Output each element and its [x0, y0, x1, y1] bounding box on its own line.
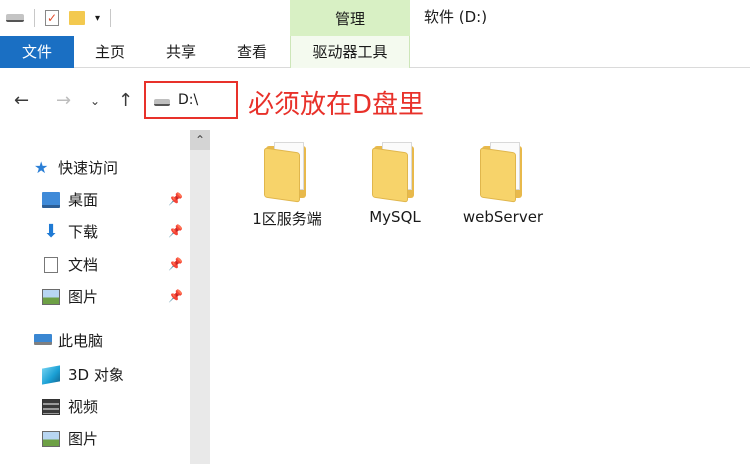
folder-name: MySQL — [369, 208, 421, 226]
back-arrow-icon[interactable]: ← — [14, 90, 29, 111]
folder-icon — [372, 142, 418, 203]
folder-icon — [264, 142, 310, 203]
quick-access-toolbar: ✓ ▾ — [6, 8, 112, 28]
up-arrow-icon[interactable]: ↑ — [118, 90, 133, 111]
sidebar-item-videos[interactable]: 视频 — [42, 395, 192, 419]
navigation-bar: ← → ⌄ ↑ D:\ 必须放在D盘里 — [0, 68, 750, 130]
title-bar: ✓ ▾ 管理 软件 (D:) — [0, 0, 750, 36]
sidebar-scrollbar[interactable] — [190, 130, 210, 464]
pin-icon: 📌 — [168, 192, 183, 206]
folder-name: webServer — [462, 208, 544, 226]
sidebar-item-pictures-pc[interactable]: 图片 — [42, 427, 192, 451]
computer-icon — [34, 334, 52, 345]
address-bar[interactable]: D:\ — [144, 81, 238, 119]
sidebar-item-label: 视频 — [68, 398, 99, 416]
tab-drive-tools[interactable]: 驱动器工具 — [290, 36, 410, 68]
toolbar-divider — [34, 9, 35, 27]
video-icon — [42, 399, 60, 415]
desktop-icon — [42, 192, 60, 208]
customize-toolbar-chevron-icon[interactable]: ▾ — [95, 13, 100, 24]
tab-home[interactable]: 主页 — [74, 36, 146, 68]
address-path[interactable]: D:\ — [178, 92, 198, 108]
pictures-icon — [42, 431, 60, 447]
pictures-icon — [42, 289, 60, 305]
sidebar-item-label: 下载 — [68, 223, 99, 241]
sidebar-item-3d-objects[interactable]: 3D 对象 — [42, 363, 192, 387]
pin-icon: 📌 — [168, 289, 183, 303]
forward-arrow-icon[interactable]: → — [56, 90, 71, 111]
window-title: 软件 (D:) — [424, 8, 488, 26]
drive-icon[interactable] — [6, 14, 24, 22]
folder-item[interactable]: webServer — [448, 142, 558, 226]
red-annotation-text: 必须放在D盘里 — [248, 90, 425, 120]
sidebar-item-label: 图片 — [68, 430, 99, 448]
folder-name: 1区服务端 — [252, 210, 322, 228]
pin-icon: 📌 — [168, 257, 183, 271]
sidebar-item-label: 文档 — [68, 256, 99, 274]
folder-icon — [480, 142, 526, 203]
sidebar-item-label: 3D 对象 — [68, 366, 124, 384]
navigation-pane: ⌃ ★ 快速访问 桌面 📌 ⬇ 下载 📌 文档 📌 图片 📌 此电脑 3D 对象… — [0, 130, 210, 464]
tab-share[interactable]: 共享 — [146, 36, 216, 68]
scroll-up-chevron-icon[interactable]: ⌃ — [190, 130, 210, 150]
sidebar-item-label: 桌面 — [68, 191, 99, 209]
toolbar-divider — [110, 9, 112, 27]
sidebar-item-label: 图片 — [68, 288, 99, 306]
tab-view[interactable]: 查看 — [216, 36, 288, 68]
pin-icon: 📌 — [168, 224, 183, 238]
sidebar-item-label: 快速访问 — [58, 159, 119, 177]
tab-file[interactable]: 文件 — [0, 36, 74, 68]
folder-item[interactable]: 1区服务端 — [232, 142, 342, 229]
new-folder-icon[interactable] — [69, 11, 85, 25]
drive-icon — [154, 99, 170, 106]
document-icon — [44, 257, 58, 273]
download-icon: ⬇ — [43, 221, 59, 242]
sidebar-item-label: 此电脑 — [58, 332, 104, 350]
recent-locations-chevron-icon[interactable]: ⌄ — [90, 94, 100, 108]
star-icon: ★ — [34, 158, 49, 177]
folder-item[interactable]: MySQL — [340, 142, 450, 226]
ribbon-tabs: 文件 主页 共享 查看 驱动器工具 — [0, 36, 750, 68]
tab-manage[interactable]: 管理 — [290, 0, 410, 36]
3d-objects-icon — [42, 365, 60, 385]
properties-icon[interactable]: ✓ — [45, 10, 59, 26]
